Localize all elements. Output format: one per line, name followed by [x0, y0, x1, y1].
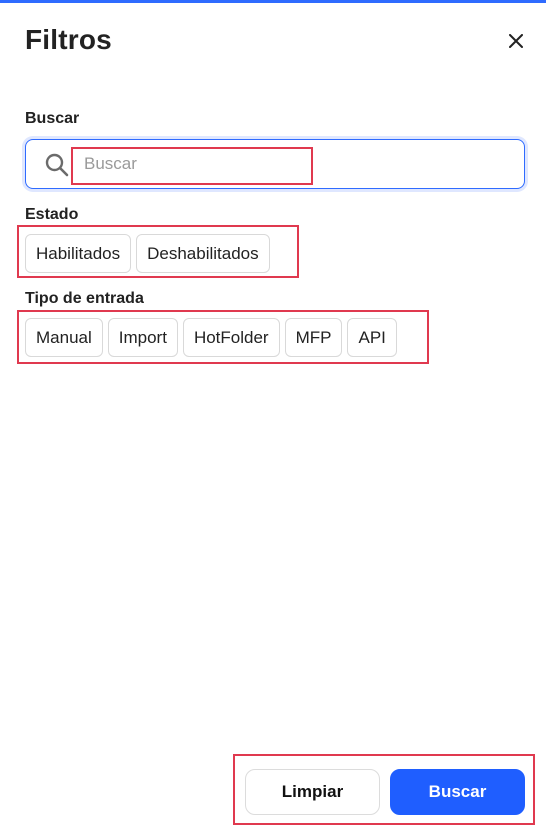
estado-section-label: Estado — [25, 206, 79, 223]
tipo-entrada-options: Manual Import HotFolder MFP API — [25, 318, 397, 357]
top-accent-strip — [0, 0, 546, 3]
tipo-chip-api[interactable]: API — [347, 318, 397, 357]
search-button[interactable]: Buscar — [390, 769, 525, 815]
estado-chip-deshabilitados[interactable]: Deshabilitados — [136, 234, 270, 273]
tipo-chip-manual[interactable]: Manual — [25, 318, 103, 357]
search-field[interactable] — [25, 139, 525, 189]
panel-title: Filtros — [25, 24, 112, 55]
filters-panel: Filtros Buscar Estado Habilitados Deshab… — [0, 0, 546, 832]
close-button[interactable] — [505, 30, 527, 52]
clear-button[interactable]: Limpiar — [245, 769, 380, 815]
search-input[interactable] — [84, 150, 324, 178]
tipo-entrada-section-label: Tipo de entrada — [25, 290, 144, 307]
estado-options: Habilitados Deshabilitados — [25, 234, 270, 273]
search-section-label: Buscar — [25, 110, 80, 127]
estado-chip-habilitados[interactable]: Habilitados — [25, 234, 132, 273]
close-icon — [509, 34, 523, 48]
tipo-chip-hotfolder[interactable]: HotFolder — [182, 318, 280, 357]
tipo-chip-import[interactable]: Import — [107, 318, 178, 357]
tipo-chip-mfp[interactable]: MFP — [284, 318, 343, 357]
search-icon — [45, 153, 69, 177]
